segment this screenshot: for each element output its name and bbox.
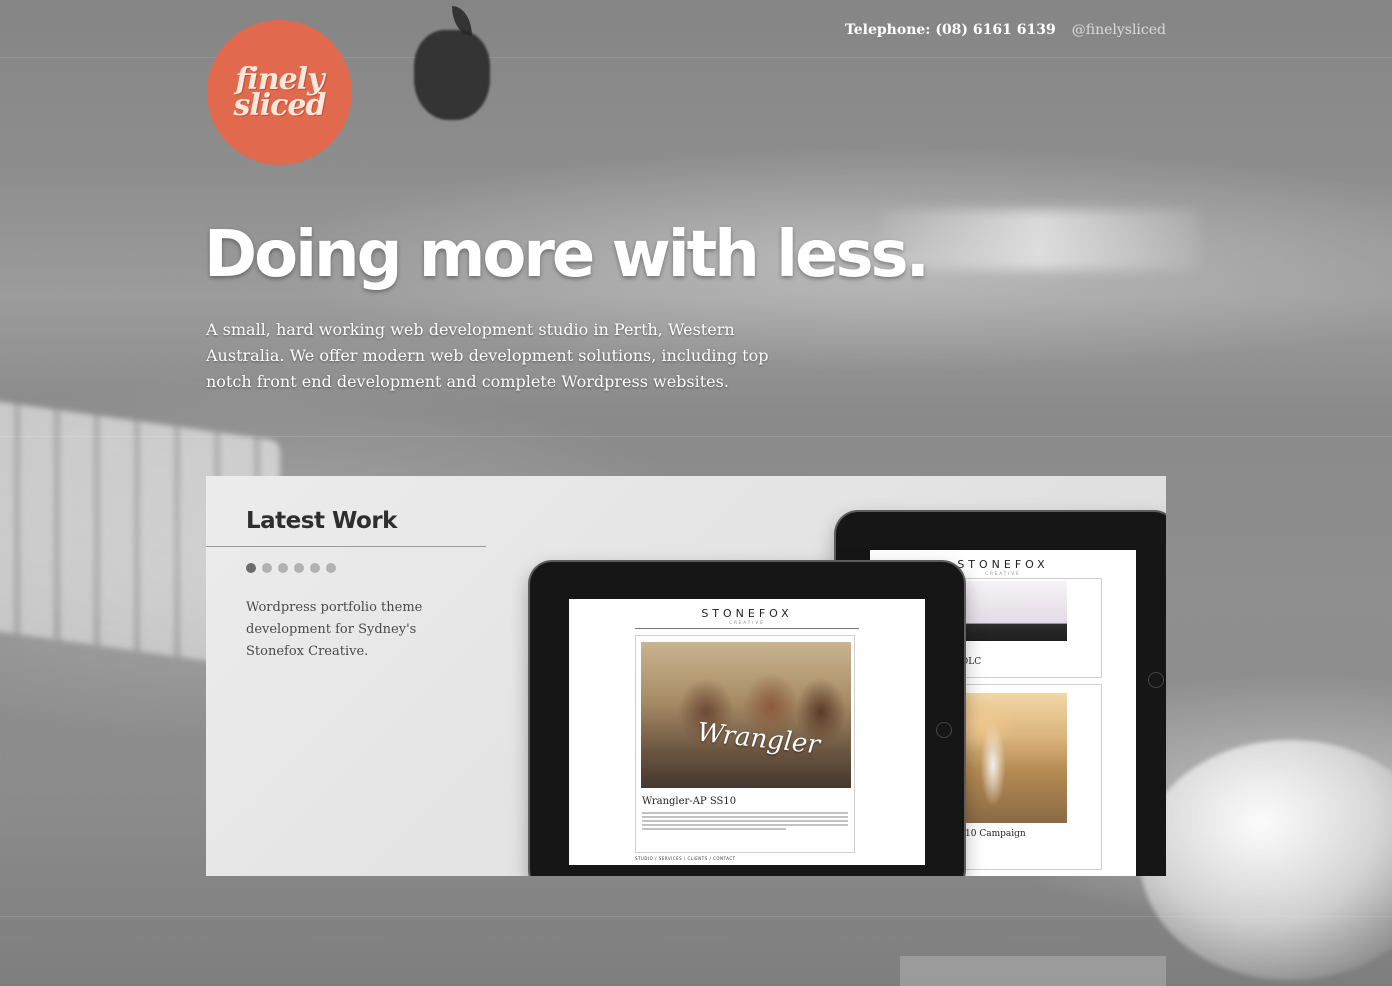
slide-dot-1[interactable]: [246, 563, 256, 573]
slide-dot-4[interactable]: [294, 563, 304, 573]
slide-dot-5[interactable]: [310, 563, 320, 573]
home-button-icon: [936, 722, 952, 738]
logo-line-2: sliced: [233, 87, 326, 123]
site-footer-nav: STUDIO / SERVICES / CLIENTS / CONTACT: [635, 856, 736, 861]
wrangler-script-logo: Wrangler: [695, 717, 822, 761]
telephone-text: Telephone: (08) 6161 6139: [844, 22, 1056, 38]
latest-work-panel: Latest Work Wordpress portfolio theme de…: [206, 476, 1166, 876]
background-monitor-stand: [880, 210, 1200, 270]
latest-work-description: Wordpress portfolio theme development fo…: [246, 600, 423, 659]
slide-dot-2[interactable]: [262, 563, 272, 573]
post-photo: Wrangler: [641, 642, 851, 788]
header-contact: Telephone: (08) 6161 6139 @finelysliced: [845, 22, 1166, 38]
twitter-link[interactable]: @finelysliced: [1072, 22, 1166, 38]
post-card: Wrangler Wrangler-AP SS10: [635, 635, 855, 853]
latest-work-title: Latest Work: [246, 508, 397, 534]
finely-sliced-logo[interactable]: finely sliced: [207, 20, 352, 165]
stonefox-brand-sub: CREATIVE: [729, 620, 765, 625]
tablet-front-image: STONEFOX CREATIVE Wrangler Wrangler-AP S…: [530, 562, 964, 876]
divider: [635, 628, 859, 629]
background-mouse-image: [1140, 740, 1392, 980]
slide-dot-6[interactable]: [326, 563, 336, 573]
slide-pager: [246, 563, 336, 573]
post-title: 10 Campaign: [965, 829, 1026, 839]
post-title: Wrangler-AP SS10: [642, 796, 737, 807]
stonefox-brand: STONEFOX: [701, 607, 793, 620]
home-button-icon: [1148, 672, 1164, 688]
hero-description: A small, hard working web development st…: [206, 320, 769, 391]
slide-dot-3[interactable]: [278, 563, 288, 573]
tablet-front-screen: STONEFOX CREATIVE Wrangler Wrangler-AP S…: [569, 599, 925, 865]
post-title: DLC: [961, 657, 982, 667]
divider: [206, 546, 486, 547]
hero-title: Doing more with less.: [204, 218, 930, 292]
post-excerpt: [642, 812, 848, 832]
apple-logo-icon: [414, 30, 490, 120]
background-rule: [0, 57, 1392, 58]
next-section-panel: [900, 956, 1166, 986]
